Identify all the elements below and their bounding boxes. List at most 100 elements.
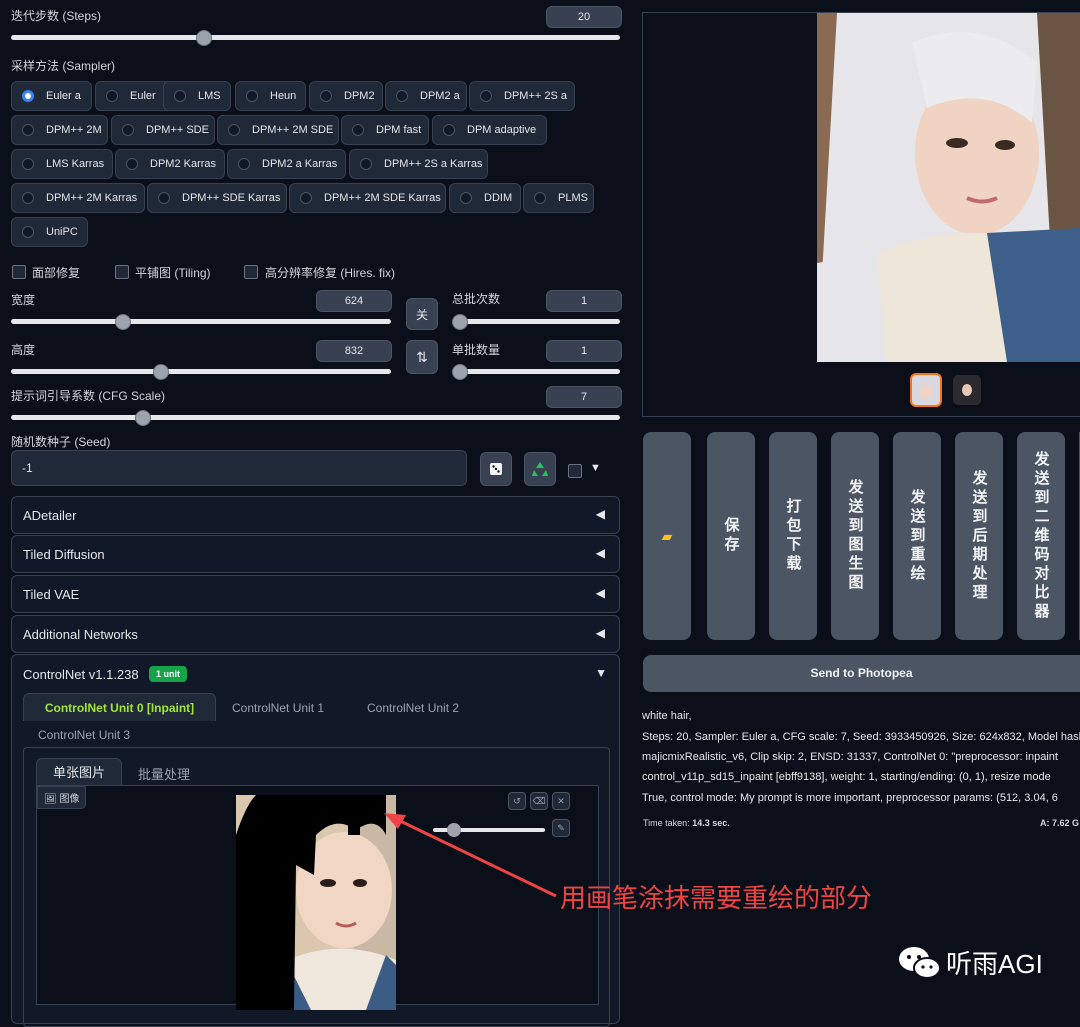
tab-single-image[interactable]: 单张图片 <box>36 758 122 785</box>
height-input[interactable]: 832 <box>316 340 392 362</box>
sampler-option[interactable]: DDIM <box>449 183 521 213</box>
sampler-option-label: LMS Karras <box>46 158 105 170</box>
sampler-option[interactable]: Euler a <box>11 81 92 111</box>
caret-down-icon[interactable]: ▼ <box>595 666 607 680</box>
sampler-option[interactable]: DPM fast <box>341 115 429 145</box>
sampler-option[interactable]: DPM2 Karras <box>115 149 225 179</box>
batch-count-label: 总批次数 <box>452 292 501 306</box>
sampler-option[interactable]: UniPC <box>11 217 88 247</box>
open-folder-button[interactable]: ▰ <box>643 432 691 640</box>
steps-value-input[interactable]: 20 <box>546 6 622 28</box>
tab-controlnet-unit-2[interactable]: ControlNet Unit 2 <box>367 701 459 715</box>
eraser-icon[interactable]: ⌫ <box>530 792 548 810</box>
height-label: 高度 <box>11 343 36 357</box>
cfg-input[interactable]: 7 <box>546 386 622 408</box>
dice-icon <box>490 463 502 475</box>
gallery-thumb-2[interactable] <box>953 375 981 405</box>
sampler-option[interactable]: DPM++ 2M <box>11 115 108 145</box>
send-to-qr-compare-button[interactable]: 发送到二维码对比器 <box>1017 432 1065 640</box>
hires-fix-checkbox[interactable] <box>244 265 258 279</box>
folder-icon: ▰ <box>661 527 673 544</box>
sampler-option[interactable]: DPM2 a <box>385 81 467 111</box>
width-input[interactable]: 624 <box>316 290 392 312</box>
caret-left-icon: ◀ <box>595 507 605 521</box>
radio-icon <box>443 124 455 136</box>
sampler-option[interactable]: Heun <box>235 81 306 111</box>
sampler-option[interactable]: PLMS <box>523 183 594 213</box>
sampler-option[interactable]: DPM++ SDE Karras <box>147 183 287 213</box>
extra-seed-checkbox[interactable] <box>568 464 582 478</box>
sampler-option[interactable]: DPM++ SDE <box>111 115 215 145</box>
sampler-option[interactable]: LMS Karras <box>11 149 113 179</box>
hires-fix-label: 高分辨率修复 (Hires. fix) <box>265 266 395 280</box>
tiling-checkbox[interactable] <box>115 265 129 279</box>
accordion-title: Additional Networks <box>23 627 138 642</box>
tab-controlnet-unit-0[interactable]: ControlNet Unit 0 [Inpaint] <box>23 693 216 721</box>
seed-input[interactable]: -1 <box>11 450 467 486</box>
sampler-option[interactable]: DPM2 a Karras <box>227 149 346 179</box>
send-to-extras-button[interactable]: 发送到后期处理 <box>955 432 1003 640</box>
sampler-option-label: DPM2 Karras <box>150 158 217 170</box>
height-slider[interactable] <box>11 364 391 380</box>
sampler-option-label: DPM fast <box>376 124 422 136</box>
vram-usage: A: 7.62 G <box>1040 818 1080 828</box>
send-to-inpaint-button[interactable]: 发送到重绘 <box>893 432 941 640</box>
tab-controlnet-unit-3[interactable]: ControlNet Unit 3 <box>38 728 130 742</box>
undo-icon[interactable]: ↺ <box>508 792 526 810</box>
accordion-additional-networks[interactable]: Additional Networks ◀ <box>11 615 620 653</box>
recycle-icon <box>532 462 548 476</box>
steps-slider[interactable] <box>11 30 620 46</box>
radio-icon <box>22 124 34 136</box>
sampler-option[interactable]: LMS <box>163 81 231 111</box>
radio-icon <box>238 158 250 170</box>
sampler-option[interactable]: DPM++ 2M SDE Karras <box>289 183 446 213</box>
accordion-adetailer[interactable]: ADetailer ◀ <box>11 496 620 534</box>
face-restore-checkbox[interactable] <box>12 265 26 279</box>
accordion-title: Tiled VAE <box>23 587 80 602</box>
batch-size-slider[interactable] <box>452 364 620 380</box>
tab-controlnet-unit-1[interactable]: ControlNet Unit 1 <box>232 701 324 715</box>
close-icon[interactable]: ✕ <box>552 792 570 810</box>
swap-dimensions-button[interactable]: ⇅ <box>406 340 438 374</box>
output-image[interactable] <box>817 13 1080 362</box>
lock-icon: 关 <box>415 307 428 322</box>
batch-count-slider[interactable] <box>452 314 620 330</box>
save-button[interactable]: 保存 <box>707 432 755 640</box>
sampler-option-label: DPM++ 2M SDE Karras <box>324 192 441 204</box>
chevron-down-icon[interactable]: ▼ <box>590 462 601 474</box>
sampler-option-label: DDIM <box>484 192 513 204</box>
sampler-option[interactable]: DPM++ 2M SDE <box>217 115 339 145</box>
gallery-thumb-1[interactable] <box>910 373 942 407</box>
sampler-option[interactable]: DPM2 <box>309 81 383 111</box>
accordion-title: ADetailer <box>23 508 77 523</box>
aspect-lock-button[interactable]: 关 <box>406 298 438 330</box>
batch-size-input[interactable]: 1 <box>546 340 622 362</box>
sampler-option-label: DPM++ 2S a Karras <box>384 158 483 170</box>
accordion-tiled-diffusion[interactable]: Tiled Diffusion ◀ <box>11 535 620 573</box>
time-label: Time taken: <box>643 818 690 828</box>
accordion-tiled-vae[interactable]: Tiled VAE ◀ <box>11 575 620 613</box>
sampler-option-label: DPM++ 2M Karras <box>46 192 138 204</box>
unit-count-badge: 1 unit <box>149 666 187 682</box>
cfg-slider[interactable] <box>11 410 620 426</box>
send-to-photopea-button[interactable]: Send to Photopea <box>643 655 1080 692</box>
sampler-option[interactable]: DPM++ 2S a Karras <box>349 149 488 179</box>
width-slider[interactable] <box>11 314 391 330</box>
sampler-option[interactable]: DPM++ 2S a <box>469 81 575 111</box>
radio-icon <box>320 90 332 102</box>
random-seed-button[interactable] <box>480 452 512 486</box>
watermark: 听雨AGI <box>898 944 1043 981</box>
sampler-option[interactable]: DPM adaptive <box>432 115 547 145</box>
sampler-option-label: DPM++ 2S a <box>504 90 567 102</box>
reuse-seed-button[interactable] <box>524 452 556 486</box>
zip-download-button[interactable]: 打包下载 <box>769 432 817 640</box>
sampler-option[interactable]: DPM++ 2M Karras <box>11 183 145 213</box>
image-label-tag: 🖼 图像 <box>37 786 87 809</box>
radio-icon <box>174 90 186 102</box>
send-to-img2img-button[interactable]: 发送到图生图 <box>831 432 879 640</box>
controlnet-title[interactable]: ControlNet v1.1.238 <box>23 667 139 682</box>
batch-count-input[interactable]: 1 <box>546 290 622 312</box>
sampler-option-label: DPM2 <box>344 90 375 102</box>
tab-batch[interactable]: 批量处理 <box>138 764 190 783</box>
radio-icon <box>106 90 118 102</box>
